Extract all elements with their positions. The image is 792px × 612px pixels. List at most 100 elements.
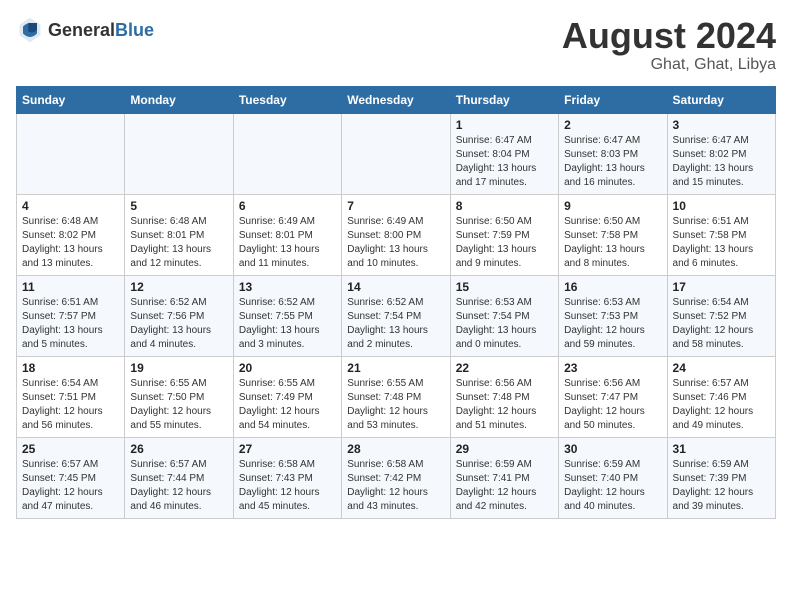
calendar-cell: 22 Sunrise: 6:56 AMSunset: 7:48 PMDayligh… [450,356,558,437]
day-number: 25 [22,442,119,456]
logo-icon [16,16,44,44]
calendar-cell: 19Sunrise: 6:55 AMSunset: 7:50 PMDayligh… [125,356,233,437]
day-number: 12 [130,280,227,294]
calendar-table: SundayMondayTuesdayWednesdayThursdayFrid… [16,86,776,519]
calendar-cell: 14Sunrise: 6:52 AMSunset: 7:54 PMDayligh… [342,275,450,356]
day-number: 30 [564,442,661,456]
day-info: Sunrise: 6:54 AMSunset: 7:52 PMDaylight:… [673,296,770,352]
page-subtitle: Ghat, Ghat, Libya [562,56,776,74]
calendar-cell: 25 Sunrise: 6:57 AMSunset: 7:45 PMDayligh… [17,437,125,518]
day-info: Sunrise: 6:57 AMSunset: 7:45 PMDaylight:… [22,458,119,514]
day-number: 20 [239,361,336,375]
day-info: Sunrise: 6:47 AMSunset: 8:03 PMDaylight:… [564,134,661,190]
day-number: 1 [456,118,553,132]
calendar-week-3: 11 Sunrise: 6:51 AMSunset: 7:57 PMDayligh… [17,275,776,356]
day-number: 8 [456,199,553,213]
day-number: 11 [22,280,119,294]
calendar-cell: 9 Sunrise: 6:50 AMSunset: 7:58 PMDaylight… [559,194,667,275]
day-info: Sunrise: 6:51 AMSunset: 7:58 PMDaylight:… [673,215,770,271]
day-info: Sunrise: 6:56 AMSunset: 7:47 PMDaylight:… [564,377,661,433]
day-number: 14 [347,280,444,294]
weekday-thursday: Thursday [450,86,558,113]
day-info: Sunrise: 6:50 AMSunset: 7:58 PMDaylight:… [564,215,661,271]
day-number: 13 [239,280,336,294]
day-number: 15 [456,280,553,294]
day-info: Sunrise: 6:55 AMSunset: 7:49 PMDaylight:… [239,377,336,433]
calendar-week-1: 1 Sunrise: 6:47 AMSunset: 8:04 PMDaylight… [17,113,776,194]
calendar-cell: 10 Sunrise: 6:51 AMSunset: 7:58 PMDayligh… [667,194,775,275]
day-number: 26 [130,442,227,456]
day-info: Sunrise: 6:57 AMSunset: 7:46 PMDaylight:… [673,377,770,433]
weekday-tuesday: Tuesday [233,86,341,113]
calendar-cell: 18 Sunrise: 6:54 AMSunset: 7:51 PMDayligh… [17,356,125,437]
day-number: 2 [564,118,661,132]
day-info: Sunrise: 6:53 AMSunset: 7:54 PMDaylight:… [456,296,553,352]
calendar-cell [17,113,125,194]
calendar-cell: 11 Sunrise: 6:51 AMSunset: 7:57 PMDayligh… [17,275,125,356]
title-block: August 2024 Ghat, Ghat, Libya [562,16,776,74]
calendar-cell: 7Sunrise: 6:49 AMSunset: 8:00 PMDaylight… [342,194,450,275]
day-info: Sunrise: 6:58 AMSunset: 7:42 PMDaylight:… [347,458,444,514]
calendar-cell: 16 Sunrise: 6:53 AMSunset: 7:53 PMDayligh… [559,275,667,356]
calendar-cell: 13 Sunrise: 6:52 AMSunset: 7:55 PMDayligh… [233,275,341,356]
calendar-cell [233,113,341,194]
day-info: Sunrise: 6:47 AMSunset: 8:04 PMDaylight:… [456,134,553,190]
day-info: Sunrise: 6:57 AMSunset: 7:44 PMDaylight:… [130,458,227,514]
day-number: 16 [564,280,661,294]
calendar-cell: 17 Sunrise: 6:54 AMSunset: 7:52 PMDayligh… [667,275,775,356]
weekday-wednesday: Wednesday [342,86,450,113]
calendar-body: 1 Sunrise: 6:47 AMSunset: 8:04 PMDaylight… [17,113,776,518]
day-info: Sunrise: 6:50 AMSunset: 7:59 PMDaylight:… [456,215,553,271]
calendar-cell: 3Sunrise: 6:47 AMSunset: 8:02 PMDaylight… [667,113,775,194]
day-number: 18 [22,361,119,375]
day-number: 27 [239,442,336,456]
calendar-cell: 31 Sunrise: 6:59 AMSunset: 7:39 PMDayligh… [667,437,775,518]
day-info: Sunrise: 6:56 AMSunset: 7:48 PMDaylight:… [456,377,553,433]
day-info: Sunrise: 6:59 AMSunset: 7:40 PMDaylight:… [564,458,661,514]
day-number: 10 [673,199,770,213]
calendar-cell: 15 Sunrise: 6:53 AMSunset: 7:54 PMDayligh… [450,275,558,356]
day-number: 21 [347,361,444,375]
day-info: Sunrise: 6:59 AMSunset: 7:41 PMDaylight:… [456,458,553,514]
day-number: 29 [456,442,553,456]
logo-general: General [48,20,115,40]
day-number: 7 [347,199,444,213]
page-title: August 2024 [562,16,776,56]
calendar-cell: 23 Sunrise: 6:56 AMSunset: 7:47 PMDayligh… [559,356,667,437]
day-info: Sunrise: 6:59 AMSunset: 7:39 PMDaylight:… [673,458,770,514]
day-info: Sunrise: 6:54 AMSunset: 7:51 PMDaylight:… [22,377,119,433]
day-number: 19 [130,361,227,375]
day-info: Sunrise: 6:52 AMSunset: 7:55 PMDaylight:… [239,296,336,352]
day-number: 22 [456,361,553,375]
calendar-cell [125,113,233,194]
day-number: 24 [673,361,770,375]
calendar-cell: 2 Sunrise: 6:47 AMSunset: 8:03 PMDaylight… [559,113,667,194]
day-info: Sunrise: 6:49 AMSunset: 8:01 PMDaylight:… [239,215,336,271]
calendar-cell: 26 Sunrise: 6:57 AMSunset: 7:44 PMDayligh… [125,437,233,518]
calendar-cell: 1 Sunrise: 6:47 AMSunset: 8:04 PMDaylight… [450,113,558,194]
day-info: Sunrise: 6:52 AMSunset: 7:56 PMDaylight:… [130,296,227,352]
calendar-cell: 21Sunrise: 6:55 AMSunset: 7:48 PMDayligh… [342,356,450,437]
day-number: 31 [673,442,770,456]
calendar-cell: 5 Sunrise: 6:48 AMSunset: 8:01 PMDaylight… [125,194,233,275]
weekday-saturday: Saturday [667,86,775,113]
day-info: Sunrise: 6:47 AMSunset: 8:02 PMDaylight:… [673,134,770,190]
day-info: Sunrise: 6:51 AMSunset: 7:57 PMDaylight:… [22,296,119,352]
calendar-week-2: 4Sunrise: 6:48 AMSunset: 8:02 PMDaylight… [17,194,776,275]
calendar-cell: 12 Sunrise: 6:52 AMSunset: 7:56 PMDayligh… [125,275,233,356]
logo-text: GeneralBlue [48,21,154,40]
day-number: 17 [673,280,770,294]
calendar-header: SundayMondayTuesdayWednesdayThursdayFrid… [17,86,776,113]
day-info: Sunrise: 6:48 AMSunset: 8:02 PMDaylight:… [22,215,119,271]
calendar-cell: 8 Sunrise: 6:50 AMSunset: 7:59 PMDaylight… [450,194,558,275]
day-number: 23 [564,361,661,375]
logo-blue: Blue [115,20,154,40]
weekday-row: SundayMondayTuesdayWednesdayThursdayFrid… [17,86,776,113]
calendar-cell: 6 Sunrise: 6:49 AMSunset: 8:01 PMDaylight… [233,194,341,275]
day-number: 6 [239,199,336,213]
calendar-cell: 20 Sunrise: 6:55 AMSunset: 7:49 PMDayligh… [233,356,341,437]
day-number: 5 [130,199,227,213]
day-info: Sunrise: 6:53 AMSunset: 7:53 PMDaylight:… [564,296,661,352]
day-number: 9 [564,199,661,213]
day-info: Sunrise: 6:48 AMSunset: 8:01 PMDaylight:… [130,215,227,271]
